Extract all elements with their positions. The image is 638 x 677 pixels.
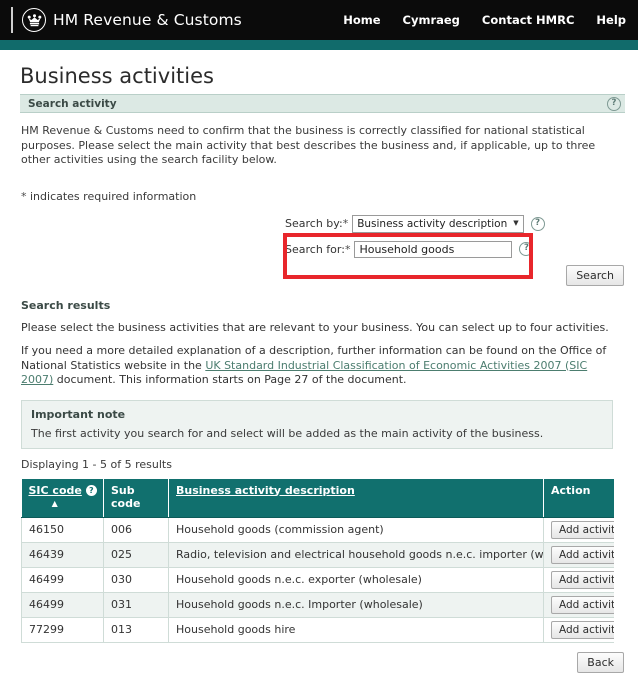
column-header-description[interactable]: Business activity description [169, 479, 544, 518]
search-by-selected-value: Business activity description [357, 218, 507, 230]
important-note-title: Important note [31, 408, 603, 421]
brand-lockup: HM Revenue & Customs [0, 7, 242, 33]
sort-ascending-icon: ▲ [29, 499, 82, 508]
table-row: 46499 031 Household goods n.e.c. Importe… [22, 592, 614, 617]
cell-sic-code: 46499 [22, 592, 104, 617]
teal-accent-strip [0, 40, 638, 50]
search-by-label-text: Search by: [285, 217, 343, 230]
results-paragraph-1: Please select the business activities th… [21, 321, 615, 336]
back-button[interactable]: Back [577, 652, 624, 673]
brand-divider [11, 7, 13, 33]
results-paragraph-2-after: document. This information starts on Pag… [53, 373, 406, 386]
column-header-sub-code: Sub code [104, 479, 169, 518]
nav-link-contact-hmrc[interactable]: Contact HMRC [482, 13, 574, 27]
crown-in-circle-icon [22, 8, 46, 32]
cell-sub-code: 025 [104, 542, 169, 567]
add-activity-button[interactable]: Add activity [551, 596, 614, 614]
table-row: 46150 006 Household goods (commission ag… [22, 517, 614, 542]
cell-sub-code: 006 [104, 517, 169, 542]
chevron-down-icon: ▼ [513, 220, 518, 227]
search-by-select[interactable]: Business activity description ▼ [352, 215, 523, 233]
required-note-text: indicates required information [30, 190, 196, 203]
search-for-help-icon[interactable]: ? [519, 242, 533, 256]
cell-description: Household goods n.e.c. Importer (wholesa… [169, 592, 544, 617]
search-for-label-text: Search for: [285, 243, 345, 256]
required-information-note: * indicates required information [21, 190, 625, 203]
page-content: Business activities Search activity ? HM… [0, 64, 638, 677]
results-paragraph-2: If you need a more detailed explanation … [21, 344, 615, 388]
page-title: Business activities [20, 64, 625, 88]
search-for-label: Search for:* [285, 243, 350, 256]
column-header-sic-code[interactable]: SIC code? ▲ [22, 479, 104, 518]
column-header-action: Action [544, 479, 614, 518]
search-for-row: Search for:* ? [285, 241, 533, 258]
search-activity-section-bar: Search activity ? [20, 94, 625, 113]
important-note-box: Important note The first activity you se… [21, 400, 613, 449]
search-for-required-marker: * [345, 243, 351, 256]
cell-action: Add activity [544, 517, 614, 542]
nav-link-cymraeg[interactable]: Cymraeg [403, 13, 460, 27]
add-activity-button[interactable]: Add activity [551, 546, 614, 564]
cell-description: Household goods n.e.c. exporter (wholesa… [169, 567, 544, 592]
search-button[interactable]: Search [566, 265, 624, 286]
important-note-text: The first activity you search for and se… [31, 427, 603, 440]
help-icon[interactable]: ? [607, 97, 621, 111]
section-bar-label: Search activity [28, 98, 117, 110]
cell-sub-code: 030 [104, 567, 169, 592]
search-results-heading: Search results [21, 299, 625, 312]
cell-action: Add activity [544, 567, 614, 592]
nav-link-help[interactable]: Help [596, 13, 626, 27]
search-by-help-icon[interactable]: ? [531, 217, 545, 231]
column-header-description-label: Business activity description [176, 484, 355, 497]
search-by-label: Search by:* [285, 217, 348, 230]
cell-action: Add activity [544, 592, 614, 617]
sic-code-help-icon[interactable]: ? [86, 485, 97, 496]
cell-sub-code: 031 [104, 592, 169, 617]
cell-sic-code: 46439 [22, 542, 104, 567]
table-row: 46499 030 Household goods n.e.c. exporte… [22, 567, 614, 592]
table-header-row: SIC code? ▲ Sub code Business activity d… [22, 479, 614, 518]
search-form: Search by:* Business activity descriptio… [13, 211, 625, 299]
search-by-required-marker: * [343, 217, 349, 230]
search-for-input[interactable] [354, 241, 512, 258]
cell-action: Add activity [544, 542, 614, 567]
page-footer: Back [13, 643, 625, 677]
add-activity-button[interactable]: Add activity [551, 571, 614, 589]
nav-link-home[interactable]: Home [343, 13, 380, 27]
search-results-table: SIC code? ▲ Sub code Business activity d… [21, 479, 614, 643]
cell-sic-code: 46150 [22, 517, 104, 542]
site-header: HM Revenue & Customs Home Cymraeg Contac… [0, 0, 638, 40]
required-marker: * [21, 190, 27, 203]
cell-description: Radio, television and electrical househo… [169, 542, 544, 567]
column-header-sic-code-label: SIC code [29, 484, 82, 497]
cell-description: Household goods (commission agent) [169, 517, 544, 542]
search-by-row: Search by:* Business activity descriptio… [285, 215, 545, 233]
intro-paragraph: HM Revenue & Customs need to confirm tha… [21, 124, 615, 168]
add-activity-button[interactable]: Add activity [551, 521, 614, 539]
results-count-text: Displaying 1 - 5 of 5 results [21, 458, 625, 471]
table-row: 46439 025 Radio, television and electric… [22, 542, 614, 567]
primary-navigation: Home Cymraeg Contact HMRC Help [343, 0, 626, 40]
cell-sic-code: 46499 [22, 567, 104, 592]
brand-title: HM Revenue & Customs [53, 11, 242, 29]
